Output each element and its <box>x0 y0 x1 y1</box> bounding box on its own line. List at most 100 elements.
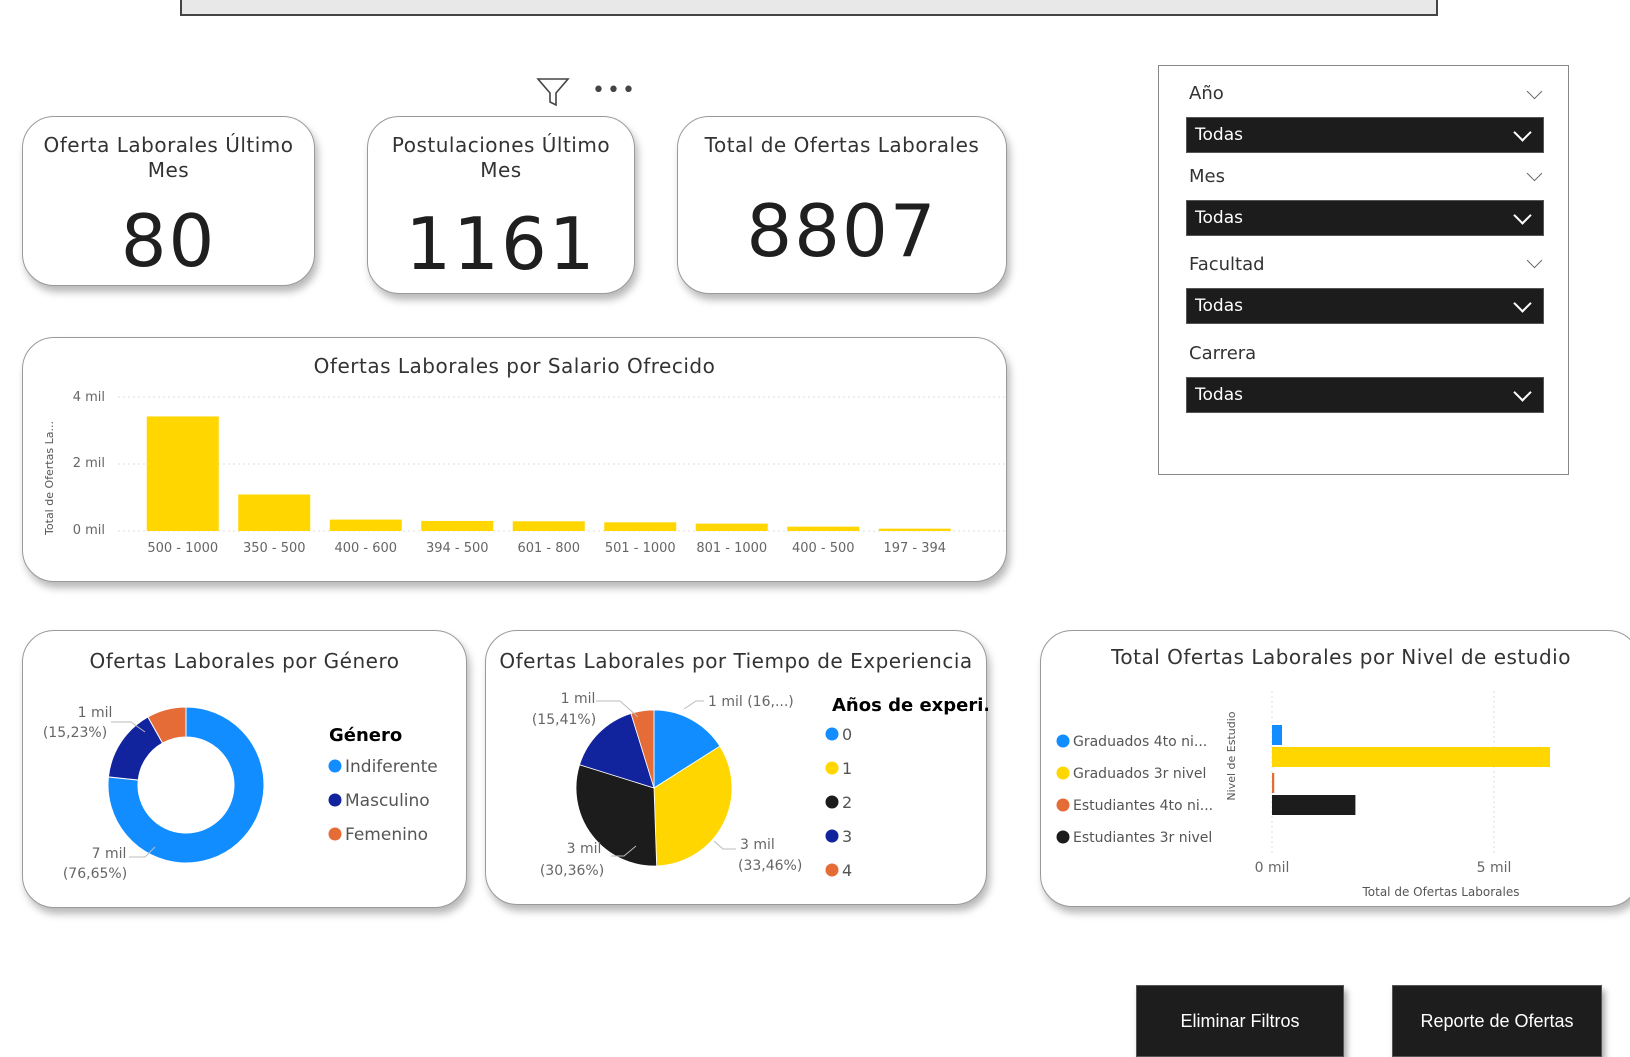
data-label: (76,65%) <box>63 866 127 882</box>
chart-salario: Ofertas Laborales por Salario Ofrecido T… <box>22 337 1008 582</box>
data-label: 3 mil <box>567 841 602 857</box>
bar <box>421 520 494 531</box>
legend-marker <box>328 793 342 807</box>
kpi-title: Postulaciones Último Mes <box>391 133 611 182</box>
legend-marker <box>1056 830 1070 844</box>
dropdown-value: Todas <box>1195 296 1243 316</box>
slicer-label-facultad: Facultad <box>1189 254 1265 275</box>
x-tick-label: 801 - 1000 <box>696 541 767 556</box>
bar <box>1272 747 1550 767</box>
filter-icon[interactable] <box>535 76 571 112</box>
chevron-down-icon <box>1513 294 1532 313</box>
slicer-label-anio: Año <box>1189 83 1224 104</box>
bar <box>512 521 585 531</box>
data-label: (15,23%) <box>43 725 107 741</box>
legend-item: Estudiantes 3r nivel <box>1073 830 1212 846</box>
legend-item: Graduados 4to ni... <box>1073 734 1207 750</box>
slicer-dropdown-facultad[interactable]: Todas <box>1186 288 1544 324</box>
legend-marker <box>825 795 839 809</box>
top-banner <box>180 0 1438 16</box>
kpi-title: Total de Ofertas Laborales <box>704 133 980 157</box>
filter-panel: Año Todas Mes Todas Facultad Todas Carre… <box>1158 65 1569 475</box>
x-tick-label: 400 - 500 <box>792 541 855 556</box>
legend-item: 1 <box>842 759 852 778</box>
dropdown-value: Todas <box>1195 125 1243 145</box>
data-label: (15,41%) <box>532 712 596 728</box>
kpi-card-postulaciones-ultimo-mes: Postulaciones Último Mes 1161 <box>367 116 635 294</box>
legend-marker <box>825 829 839 843</box>
bar <box>1272 773 1275 793</box>
slicer-label-mes: Mes <box>1189 166 1225 187</box>
bar <box>695 523 768 531</box>
kpi-value: 8807 <box>746 189 938 273</box>
chevron-down-icon[interactable] <box>1526 165 1543 182</box>
legend-marker <box>1056 798 1070 812</box>
gender-donut-chart: 1 mil (15,23%) 7 mil (76,65%) Género Ind… <box>43 705 438 882</box>
x-tick-label: 501 - 1000 <box>605 541 676 556</box>
bar <box>146 416 219 531</box>
kpi-card-total-ofertas: Total de Ofertas Laborales 8807 <box>677 116 1007 294</box>
study-level-bar-chart: Graduados 4to ni... Graduados 3r nivel Est… <box>1056 691 1550 899</box>
y-tick: 2 mil <box>73 456 105 471</box>
legend-item: 0 <box>842 725 852 744</box>
data-label: 1 mil <box>78 705 113 721</box>
legend-item: Indiferente <box>345 757 438 777</box>
slicer-dropdown-anio[interactable]: Todas <box>1186 117 1544 153</box>
legend-item: 2 <box>842 793 852 812</box>
chevron-down-icon <box>1513 383 1532 402</box>
legend-marker <box>1056 734 1070 748</box>
legend-item: 3 <box>842 827 852 846</box>
slicer-dropdown-carrera[interactable]: Todas <box>1186 377 1544 413</box>
slicer-label-carrera: Carrera <box>1189 343 1257 364</box>
bar <box>238 494 311 531</box>
chevron-down-icon[interactable] <box>1526 252 1543 269</box>
x-tick-label: 197 - 394 <box>883 541 946 556</box>
chart-nivel-estudio: Total Ofertas Laborales por Nivel de est… <box>1040 630 1630 907</box>
data-label: 7 mil <box>92 846 127 862</box>
legend-marker <box>825 863 839 877</box>
x-tick-label: 350 - 500 <box>243 541 306 556</box>
legend-title: Años de experi... <box>832 695 988 716</box>
y-axis-label: Nivel de Estudio <box>1225 711 1238 800</box>
legend-title: Género <box>329 725 402 746</box>
legend-item: Graduados 3r nivel <box>1073 766 1206 782</box>
x-tick-label: 500 - 1000 <box>147 541 218 556</box>
kpi-value: 1161 <box>405 202 597 286</box>
x-tick: 0 mil <box>1255 860 1290 876</box>
bar <box>787 526 860 531</box>
salary-bar-chart: Total de Ofertas La... 4 mil 2 mil 0 mil… <box>43 390 1008 556</box>
slicer-dropdown-mes[interactable]: Todas <box>1186 200 1544 236</box>
chevron-down-icon <box>1513 206 1532 225</box>
data-label: (33,46%) <box>738 858 802 874</box>
y-tick: 0 mil <box>73 523 105 538</box>
data-label: 1 mil (16,...) <box>708 694 794 710</box>
x-tick: 5 mil <box>1477 860 1512 876</box>
legend-item: Masculino <box>345 791 430 811</box>
dropdown-value: Todas <box>1195 385 1243 405</box>
chart-genero: Ofertas Laborales por Género 1 mil (15,2… <box>22 630 467 908</box>
chart-experiencia: Ofertas Laborales por Tiempo de Experien… <box>485 630 988 905</box>
data-label: 3 mil <box>740 837 775 853</box>
x-tick-label: 601 - 800 <box>517 541 580 556</box>
legend-item: Femenino <box>345 825 428 845</box>
legend-marker <box>825 727 839 741</box>
x-tick-label: 394 - 500 <box>426 541 489 556</box>
chevron-down-icon[interactable] <box>1526 83 1543 100</box>
legend-item: 4 <box>842 861 852 880</box>
legend-marker <box>825 761 839 775</box>
experience-pie-chart: 1 mil (15,41%) 1 mil (16,...) 3 mil (30,… <box>532 691 988 880</box>
bar <box>329 519 402 531</box>
x-tick-label: 400 - 600 <box>334 541 397 556</box>
legend-item: Estudiantes 4to ni... <box>1073 798 1213 814</box>
offers-report-button[interactable]: Reporte de Ofertas <box>1392 985 1602 1057</box>
bar <box>878 528 951 531</box>
kpi-value: 80 <box>120 199 217 283</box>
more-options-icon[interactable]: ••• <box>592 78 637 103</box>
legend-marker <box>328 827 342 841</box>
dropdown-value: Todas <box>1195 208 1243 228</box>
legend-marker <box>328 759 342 773</box>
bar <box>1272 725 1283 745</box>
legend-marker <box>1056 766 1070 780</box>
clear-filters-button[interactable]: Eliminar Filtros <box>1136 985 1344 1057</box>
kpi-card-ofertas-ultimo-mes: Oferta Laborales Último Mes 80 <box>22 116 315 286</box>
